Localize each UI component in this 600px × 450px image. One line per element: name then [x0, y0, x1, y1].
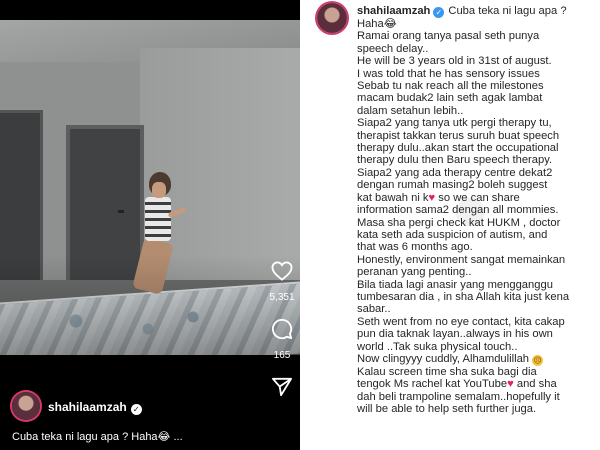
reel-username[interactable]: shahilaamzah — [48, 400, 127, 414]
verified-badge-icon: ✓ — [130, 404, 142, 415]
comment-icon[interactable] — [268, 316, 296, 342]
caption-line: Honestly, environment sangat memainkan — [357, 253, 566, 266]
red-heart-icon: ♥ — [428, 191, 436, 204]
caption-line: tumbesaran dia , in sha Allah kita just … — [357, 290, 570, 303]
caption-line: Haha😂 — [357, 18, 397, 30]
video-shade — [0, 20, 300, 355]
caption-line: Masa sha pergi check kat HUKM , doctor — [357, 216, 561, 229]
caption-line-start: Now clingyyy cuddly, Alhamdulillah — [357, 352, 530, 365]
post-avatar[interactable] — [317, 3, 347, 33]
like-count: 5,351 — [269, 292, 295, 303]
verified-badge-icon: ✓ — [433, 7, 445, 18]
caption-line: dalam setahun lebih.. — [357, 104, 464, 117]
caption-line-end: and sha — [516, 378, 557, 391]
caption-line: shahilaamzah ✓ Cuba teka ni lagu apa ? — [357, 5, 595, 18]
heart-icon[interactable] — [268, 258, 296, 284]
caption-line: that was 6 months ago. — [357, 241, 473, 254]
caption-line: Sebab tu nak reach all the milestones — [357, 80, 544, 93]
reel-username-row[interactable]: shahilaamzah ✓ — [48, 400, 142, 415]
caption-line: kata seth ada suspicion of autism, and — [357, 228, 548, 241]
caption-line: will be able to help seth further juga. — [357, 403, 537, 416]
reel-video[interactable] — [0, 20, 300, 355]
comment-count: 165 — [273, 350, 291, 361]
caption-line: kat bawah ni k♥ so we can share — [357, 192, 595, 204]
caption-line-start: tengok Ms rachel kat YouTube — [357, 378, 508, 391]
caption-line: speech delay.. — [357, 42, 429, 55]
post-username[interactable]: shahilaamzah — [357, 5, 430, 17]
caption-line: world ..Tak suka physical touch.. — [357, 340, 518, 353]
caption-line: Siapa2 yang ada therapy centre dekat2 — [357, 166, 553, 179]
caption-line: therapist takkan terus suruh buat speech — [357, 129, 560, 142]
caption-line: tengok Ms rachel kat YouTube♥ and sha — [357, 378, 595, 390]
caption-line: sabar.. — [357, 303, 391, 316]
caption-line: Siapa2 yang tanya utk pergi therapy tu, — [357, 117, 552, 130]
caption-line: dah beli trampoline semalam..hopefully i… — [357, 390, 560, 403]
caption-line: peranan yang penting.. — [357, 266, 472, 279]
caption-panel: shahilaamzah ✓ Cuba teka ni lagu apa ? Hah… — [300, 0, 600, 450]
caption-first-line: Cuba teka ni lagu apa ? — [448, 5, 567, 17]
caption-line: He will be 3 years old in 31st of august… — [357, 55, 552, 68]
caption-line: Bila tiada lagi anasir yang mengganggu — [357, 278, 553, 291]
caption-line-start: kat bawah ni k — [357, 191, 429, 204]
send-icon[interactable] — [268, 374, 296, 400]
reel-panel: 5,351 165 shahilaamzah ✓ Cuba teka ni lag… — [0, 0, 300, 450]
caption-line: dengan rumah masing2 boleh suggest — [357, 179, 548, 192]
red-heart-icon: ♥ — [507, 378, 514, 391]
reel-caption-preview[interactable]: Cuba teka ni lagu apa ? Haha😂 ... — [12, 430, 183, 443]
caption-line: therapy dulu then Baru speech therapy. — [357, 154, 553, 167]
caption-line: Ramai orang tanya pasal seth punya — [357, 30, 540, 43]
sad-face-icon: ☹ — [532, 354, 544, 366]
caption-line: Now clingyyy cuddly, Alhamdulillah ☹ — [357, 353, 595, 366]
caption-line: therapy dulu..akan start the occupationa… — [357, 142, 559, 155]
caption-line: pun dia taknak layan..always in his own — [357, 328, 553, 341]
caption-line-end: so we can share — [438, 191, 520, 204]
avatar[interactable] — [12, 392, 40, 420]
caption-line: macam budak2 lain seth agak lambat — [357, 92, 543, 105]
caption-line: Kalau screen time sha suka bagi dia — [357, 365, 537, 378]
caption-line: I was told that he has sensory issues — [357, 67, 540, 80]
caption-line: Seth went from no eye contact, kita caka… — [357, 315, 565, 328]
caption-line: information sama2 dengan all mommies. — [357, 204, 559, 217]
caption-text: shahilaamzah ✓ Cuba teka ni lagu apa ? Hah… — [357, 5, 595, 416]
